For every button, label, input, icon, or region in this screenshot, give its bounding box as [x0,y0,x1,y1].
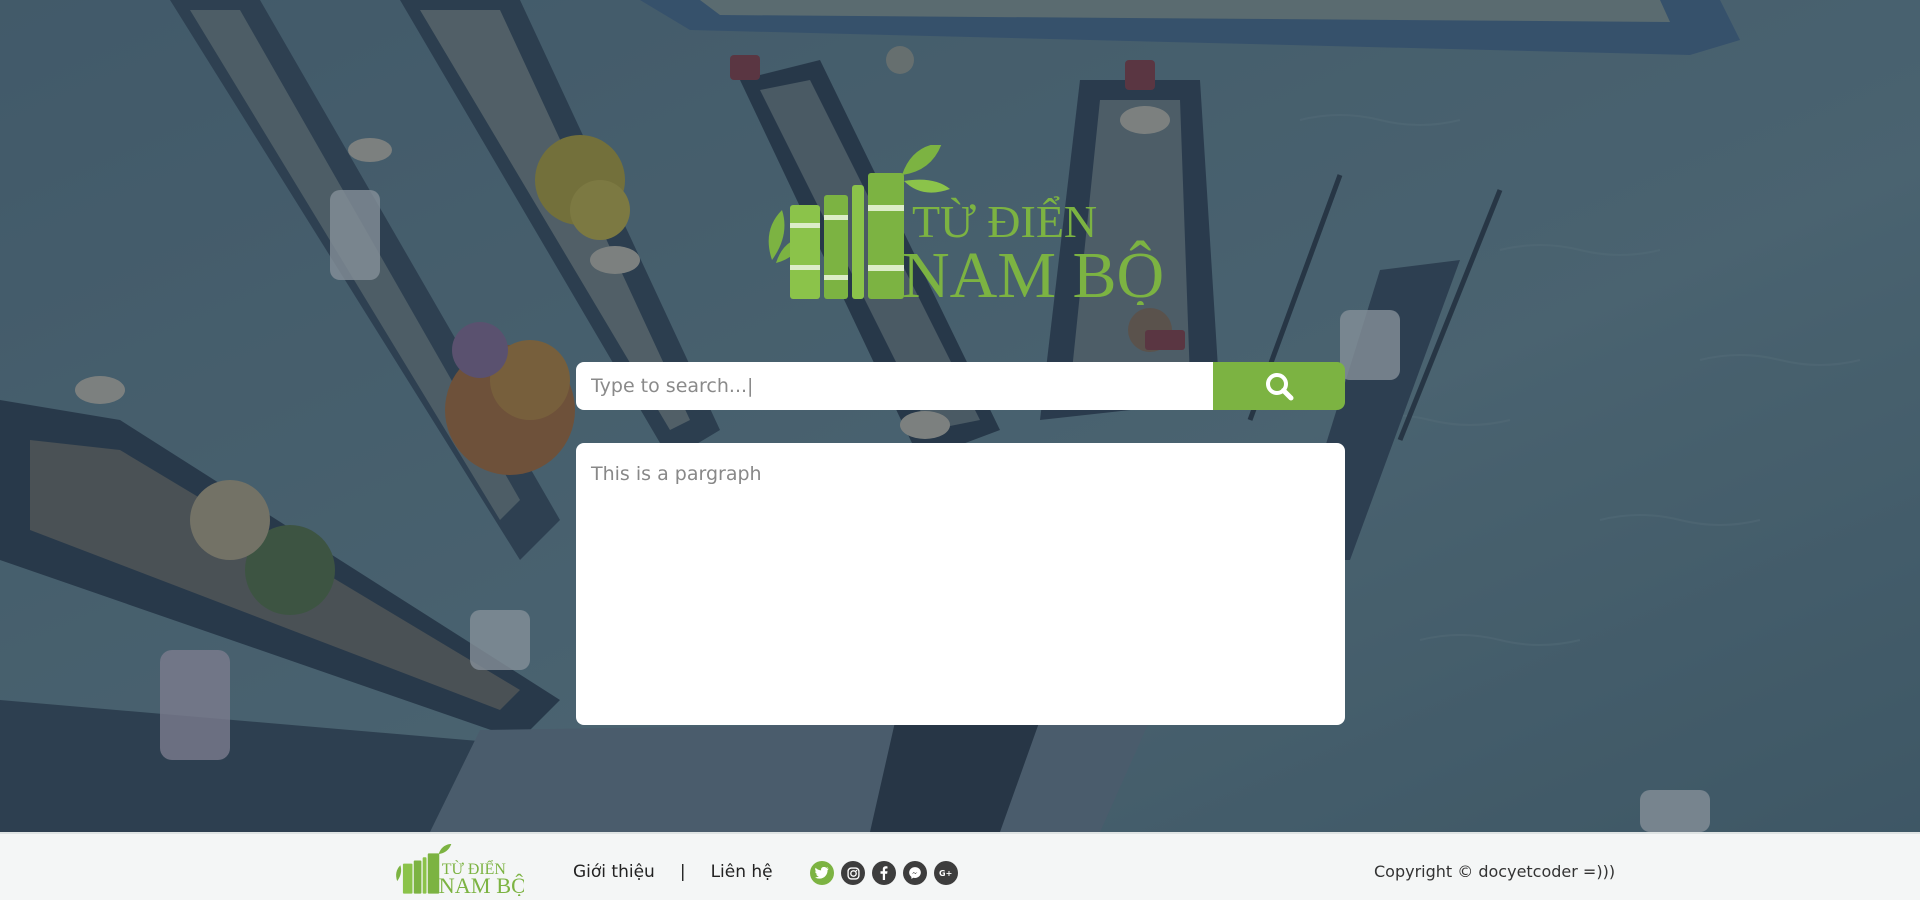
messenger-icon[interactable] [903,861,927,885]
copyright-text: Copyright © docyetcoder =))) [1374,862,1616,881]
search-bar [576,362,1345,410]
footer-logo[interactable]: TỪ ĐIỂN NAM BỘ [394,843,527,898]
facebook-icon[interactable] [872,861,896,885]
google-plus-icon[interactable]: G+ [934,861,958,885]
footer: TỪ ĐIỂN NAM BỘ Giới thiệu | Liên hệ G+ C… [0,832,1920,900]
social-links: G+ [810,861,958,885]
footer-link-about[interactable]: Giới thiệu [573,862,655,882]
footer-link-contact[interactable]: Liên hệ [711,862,773,882]
svg-text:G+: G+ [939,869,952,878]
search-input[interactable] [576,362,1213,410]
result-paragraph: This is a pargraph [591,463,762,485]
result-panel: This is a pargraph [576,443,1345,725]
search-button[interactable] [1213,362,1345,410]
search-icon [1266,373,1294,401]
twitter-icon[interactable] [810,861,834,885]
instagram-icon[interactable] [841,861,865,885]
svg-text:NAM BỘ: NAM BỘ [902,239,1164,305]
footer-nav: Giới thiệu | Liên hệ [573,862,773,882]
svg-text:NAM BỘ: NAM BỘ [439,872,524,896]
brand-logo: TỪ ĐIỂN NAM BỘ [762,143,1170,312]
footer-separator: | [679,862,686,882]
